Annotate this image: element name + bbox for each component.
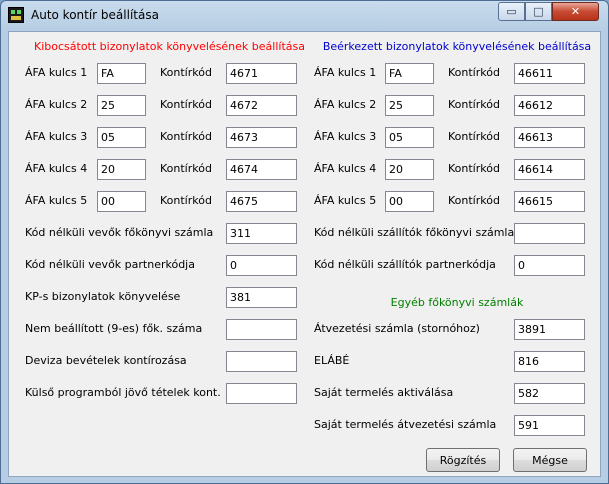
right-code-label-2: Kontírkód xyxy=(448,98,500,111)
right-code-label-3: Kontírkód xyxy=(448,130,500,143)
right-vat-input-3[interactable]: 05 xyxy=(385,127,434,148)
window-title: Auto kontír beállítása xyxy=(31,8,159,22)
left-vat-label-3: ÁFA kulcs 3 xyxy=(25,130,88,143)
left-field-label-4: Nem beállított (9-es) fők. száma xyxy=(25,322,203,335)
left-code-label-2: Kontírkód xyxy=(160,98,212,111)
minimize-button[interactable]: ▭ xyxy=(498,2,525,21)
right-code-input-1[interactable]: 46611 xyxy=(514,63,585,84)
right-field-label-2: Kód nélküli szállítók partnerkódja xyxy=(314,258,496,271)
left-vat-label-4: ÁFA kulcs 4 xyxy=(25,162,88,175)
left-code-input-3[interactable]: 4673 xyxy=(226,127,297,148)
title-bar[interactable]: Auto kontír beállítása ▭ □ ✕ xyxy=(1,1,608,31)
left-code-input-2[interactable]: 4672 xyxy=(226,95,297,116)
own-production-activation-input[interactable]: 582 xyxy=(514,383,585,404)
other-ledgers-header: Egyéb főkönyvi számlák xyxy=(390,296,524,309)
cancel-button[interactable]: Mégse xyxy=(513,448,587,472)
cash-documents-input[interactable]: 381 xyxy=(226,287,297,308)
right-vat-label-4: ÁFA kulcs 4 xyxy=(314,162,377,175)
left-field-label-3: KP-s bizonylatok könyvelése xyxy=(25,290,181,303)
cancel-button-label: Mégse xyxy=(532,453,568,467)
app-icon xyxy=(8,7,24,23)
left-vat-input-4[interactable]: 20 xyxy=(97,159,146,180)
right-code-input-5[interactable]: 46615 xyxy=(514,191,585,212)
dialog-client-area: Kibocsátott bizonylatok könyvelésének be… xyxy=(8,31,601,477)
right-vat-input-1[interactable]: FA xyxy=(385,63,434,84)
right-code-input-4[interactable]: 46614 xyxy=(514,159,585,180)
right-code-input-2[interactable]: 46612 xyxy=(514,95,585,116)
save-button-label: Rögzítés xyxy=(439,453,487,467)
left-vat-input-1[interactable]: FA xyxy=(97,63,146,84)
left-vat-label-5: ÁFA kulcs 5 xyxy=(25,194,88,207)
right-vat-input-4[interactable]: 20 xyxy=(385,159,434,180)
elabe-account-input[interactable]: 816 xyxy=(514,351,585,372)
left-field-label-6: Külső programból jövő tételek kont. xyxy=(25,386,221,399)
right-code-label-1: Kontírkód xyxy=(448,66,500,79)
maximize-icon: □ xyxy=(533,5,544,18)
customer-partner-code-input[interactable]: 0 xyxy=(226,255,297,276)
left-vat-input-3[interactable]: 05 xyxy=(97,127,146,148)
customer-ledger-account-input[interactable]: 311 xyxy=(226,223,297,244)
right-code-label-4: Kontírkód xyxy=(448,162,500,175)
maximize-button[interactable]: □ xyxy=(525,2,552,21)
supplier-partner-code-input[interactable]: 0 xyxy=(514,255,585,276)
right-code-label-5: Kontírkód xyxy=(448,194,500,207)
right-vat-label-2: ÁFA kulcs 2 xyxy=(314,98,377,111)
currency-income-input[interactable] xyxy=(226,351,297,372)
other-field-label-1: Átvezetési számla (stornóhoz) xyxy=(314,322,480,335)
close-icon: ✕ xyxy=(570,5,581,18)
external-program-items-input[interactable] xyxy=(226,383,297,404)
right-vat-label-3: ÁFA kulcs 3 xyxy=(314,130,377,143)
left-vat-input-5[interactable]: 00 xyxy=(97,191,146,212)
left-code-label-5: Kontírkód xyxy=(160,194,212,207)
received-documents-header: Beérkezett bizonylatok könyvelésének beá… xyxy=(322,40,592,53)
other-field-label-2: ELÁBÉ xyxy=(314,354,350,367)
left-code-label-1: Kontírkód xyxy=(160,66,212,79)
other-field-label-4: Saját termelés átvezetési számla xyxy=(314,418,497,431)
right-vat-label-5: ÁFA kulcs 5 xyxy=(314,194,377,207)
supplier-ledger-account-input[interactable] xyxy=(514,223,585,244)
own-production-transfer-input[interactable]: 591 xyxy=(514,415,585,436)
right-vat-label-1: ÁFA kulcs 1 xyxy=(314,66,377,79)
unset-ledger-number-input[interactable] xyxy=(226,319,297,340)
right-field-label-1: Kód nélküli szállítók főkönyvi számla xyxy=(314,226,515,239)
left-code-input-5[interactable]: 4675 xyxy=(226,191,297,212)
left-field-label-1: Kód nélküli vevők főkönyvi számla xyxy=(25,226,214,239)
left-vat-input-2[interactable]: 25 xyxy=(97,95,146,116)
left-vat-label-2: ÁFA kulcs 2 xyxy=(25,98,88,111)
right-code-input-3[interactable]: 46613 xyxy=(514,127,585,148)
left-field-label-2: Kód nélküli vevők partnerkódja xyxy=(25,258,195,271)
left-code-label-3: Kontírkód xyxy=(160,130,212,143)
transfer-account-input[interactable]: 3891 xyxy=(514,319,585,340)
left-field-label-5: Deviza bevételek kontírozása xyxy=(25,354,187,367)
issued-documents-header: Kibocsátott bizonylatok könyvelésének be… xyxy=(34,40,305,53)
left-code-label-4: Kontírkód xyxy=(160,162,212,175)
right-vat-input-2[interactable]: 25 xyxy=(385,95,434,116)
right-vat-input-5[interactable]: 00 xyxy=(385,191,434,212)
minimize-icon: ▭ xyxy=(506,5,517,18)
left-code-input-1[interactable]: 4671 xyxy=(226,63,297,84)
left-vat-label-1: ÁFA kulcs 1 xyxy=(25,66,88,79)
save-button[interactable]: Rögzítés xyxy=(426,448,500,472)
dialog-window: Auto kontír beállítása ▭ □ ✕ Kibocsátott… xyxy=(0,0,609,484)
left-code-input-4[interactable]: 4674 xyxy=(226,159,297,180)
close-button[interactable]: ✕ xyxy=(552,2,599,21)
other-field-label-3: Saját termelés aktiválása xyxy=(314,386,454,399)
